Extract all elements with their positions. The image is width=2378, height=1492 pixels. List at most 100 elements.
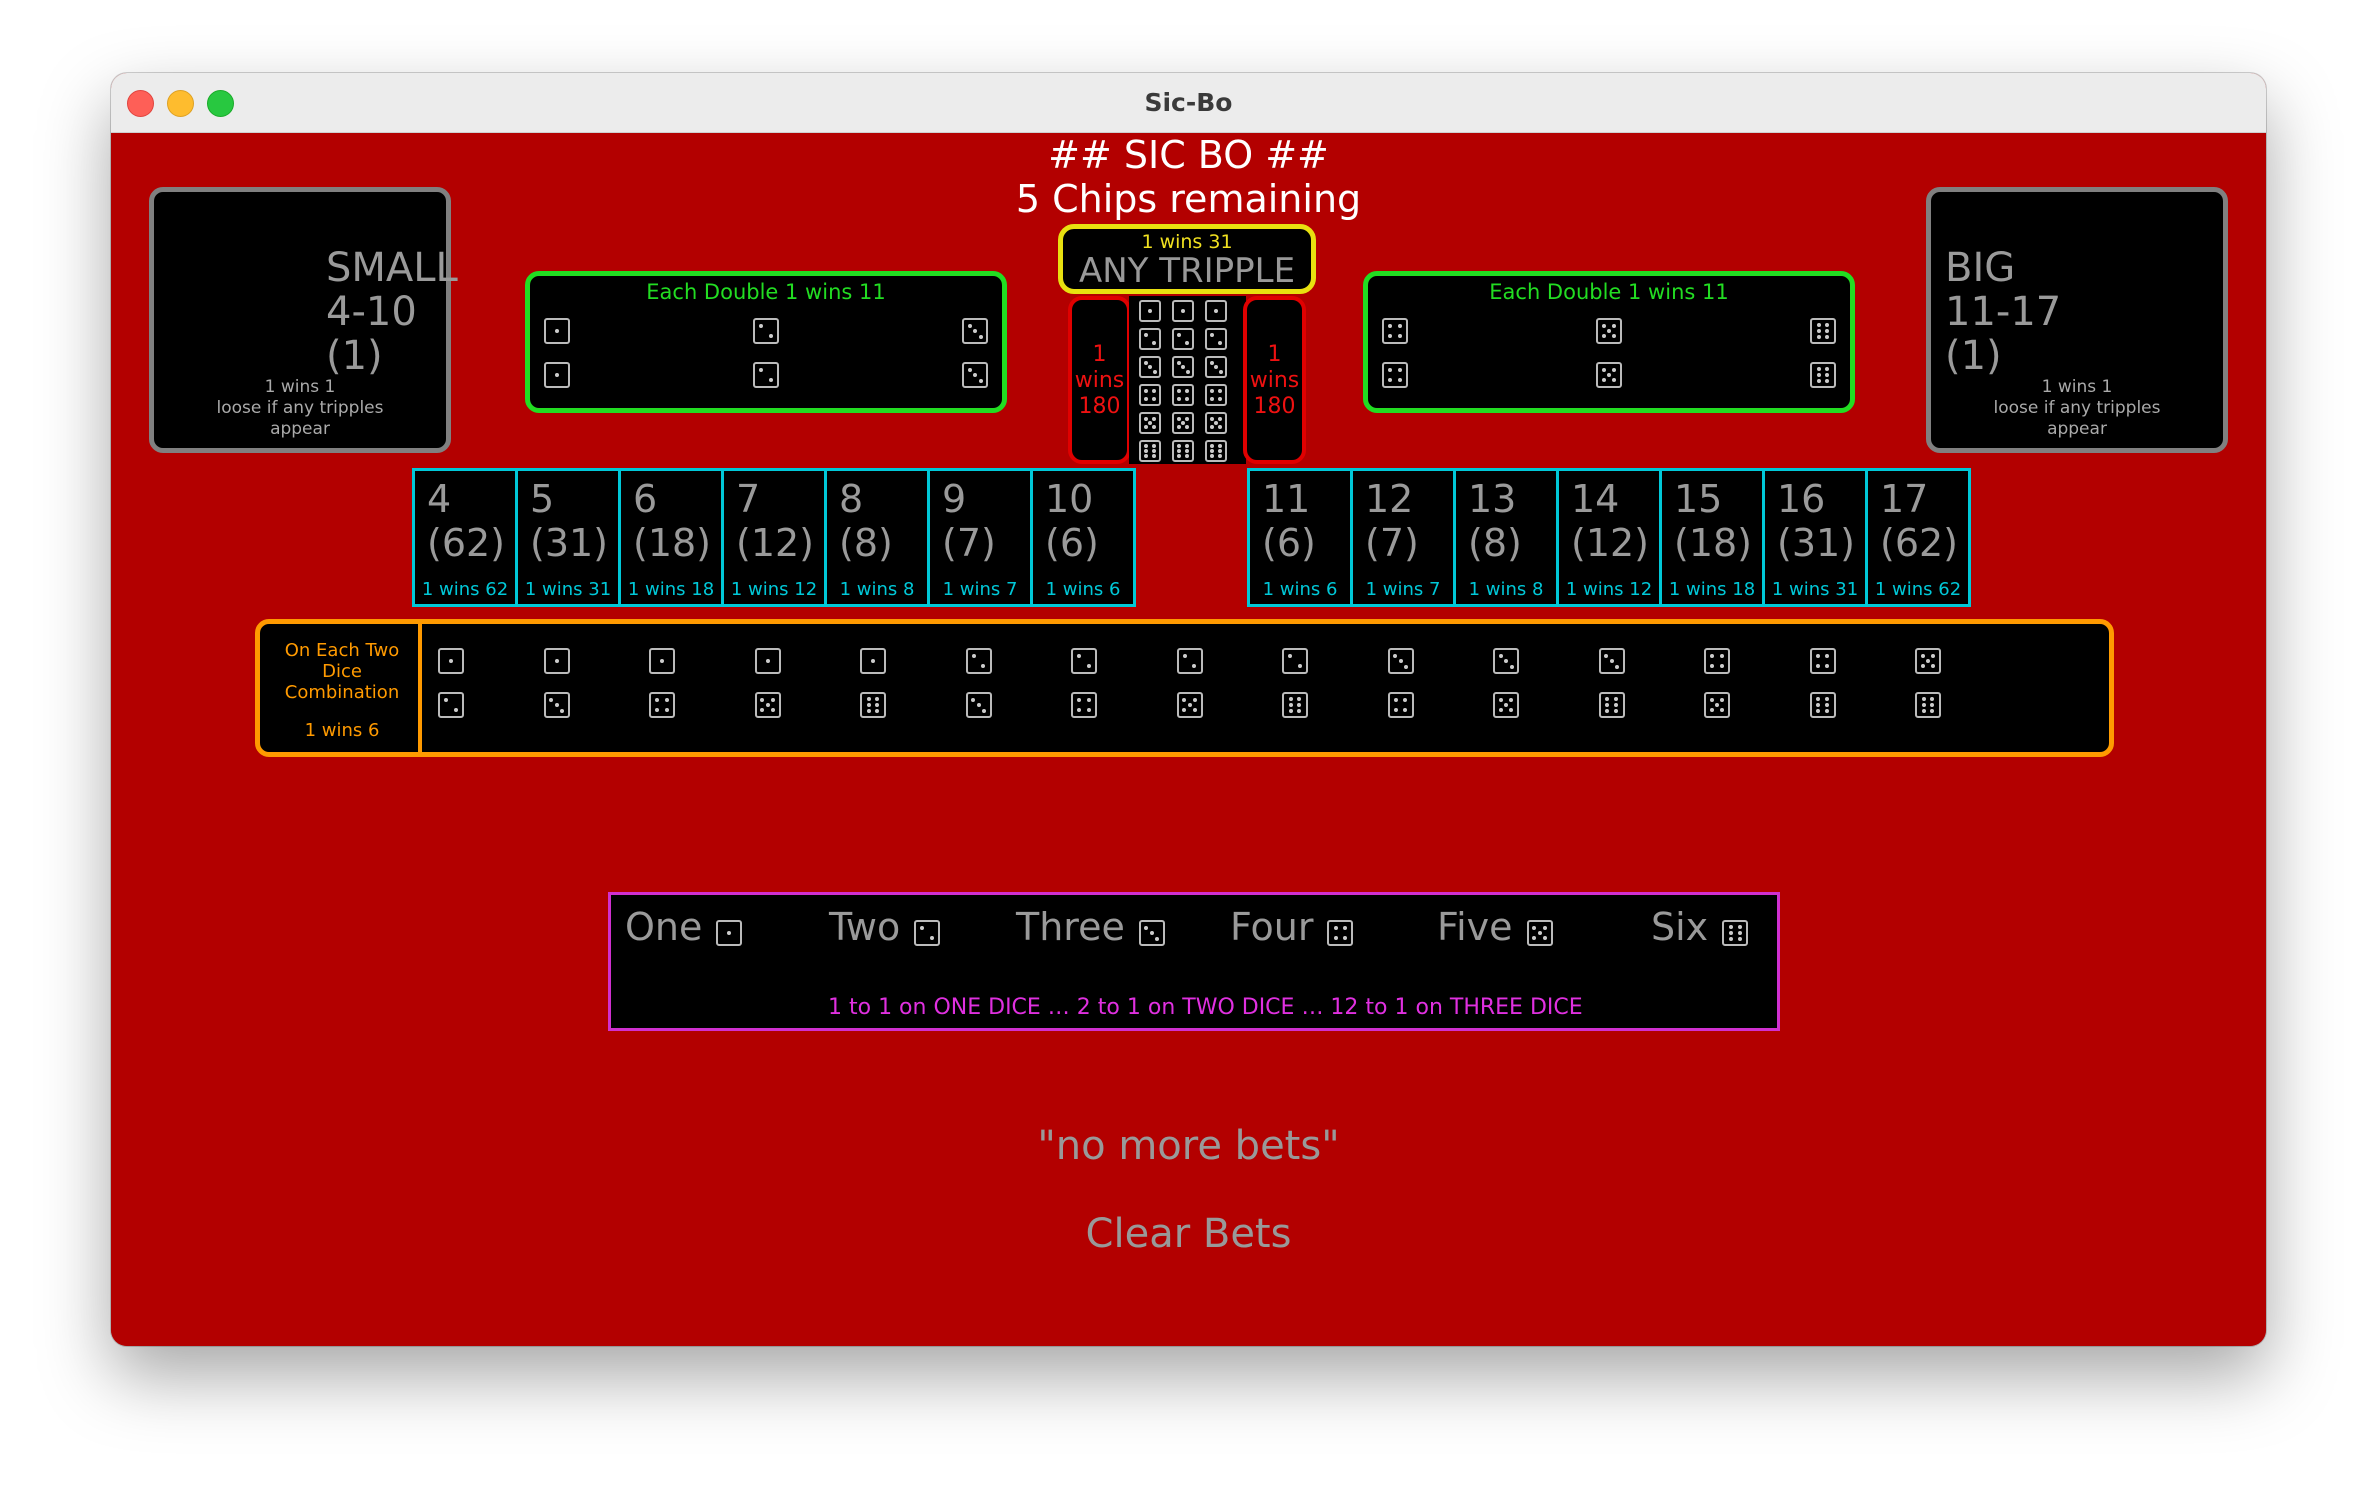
- die-six-icon: [1282, 692, 1308, 718]
- left-double-three[interactable]: [958, 312, 994, 392]
- total-payout: 1 wins 6: [1045, 579, 1121, 600]
- small-bet-area[interactable]: SMALL 4-10 (1) 1 wins 1 loose if any tri…: [149, 187, 458, 453]
- total-7-bet[interactable]: 7 (12) 1 wins 12: [721, 468, 827, 607]
- combination-5-6-bet[interactable]: [1909, 642, 1947, 730]
- total-payout: 1 wins 12: [1565, 579, 1653, 600]
- total-10-bet[interactable]: 10 (6) 1 wins 6: [1030, 468, 1136, 607]
- die-three-icon: [962, 318, 988, 344]
- left-double-one[interactable]: [540, 312, 576, 392]
- single-label: Three: [1016, 905, 1125, 949]
- combination-1-2-bet[interactable]: [432, 642, 470, 730]
- die-two-icon: [1205, 328, 1227, 350]
- die-five-icon: [1205, 412, 1227, 434]
- combination-2-4-bet[interactable]: [1065, 642, 1103, 730]
- combination-2-5-bet[interactable]: [1171, 642, 1209, 730]
- single-two-bet[interactable]: Two: [829, 903, 989, 957]
- total-9-bet[interactable]: 9 (7) 1 wins 7: [927, 468, 1033, 607]
- any-tripple-bet[interactable]: 1 wins 31 ANY TRIPPLE: [1058, 224, 1316, 294]
- tripple-five-bet[interactable]: [1129, 410, 1246, 438]
- clear-bets-button[interactable]: Clear Bets: [111, 1211, 2266, 1257]
- total-16-bet[interactable]: 16 (31) 1 wins 31: [1762, 468, 1868, 607]
- combination-2-3-bet[interactable]: [960, 642, 998, 730]
- die-one-icon: [544, 318, 570, 344]
- single-dice-bet-area: 1 to 1 on ONE DICE … 2 to 1 on TWO DICE …: [608, 892, 1780, 1031]
- small-payout: 1 wins 1: [264, 377, 336, 397]
- total-14-bet[interactable]: 14 (12) 1 wins 12: [1556, 468, 1662, 607]
- die-one-icon: [754, 648, 781, 674]
- tripple-six-bet[interactable]: [1129, 438, 1246, 466]
- die-three-icon: [1598, 648, 1625, 674]
- combination-4-5-bet[interactable]: [1698, 642, 1736, 730]
- single-five-bet[interactable]: Five: [1437, 903, 1597, 957]
- die-two-icon: [1176, 648, 1203, 674]
- combination-1-6-bet[interactable]: [854, 642, 892, 730]
- single-dice-payouts: 1 to 1 on ONE DICE … 2 to 1 on TWO DICE …: [828, 995, 1583, 1020]
- die-three-icon: [1205, 356, 1227, 378]
- total-12-bet[interactable]: 12 (7) 1 wins 7: [1350, 468, 1456, 607]
- die-one-icon: [1172, 300, 1194, 322]
- combination-3-4-bet[interactable]: [1382, 642, 1420, 730]
- die-six-icon: [1915, 692, 1941, 718]
- die-six-icon: [1809, 692, 1836, 718]
- total-13-bet[interactable]: 13 (8) 1 wins 8: [1453, 468, 1559, 607]
- total-label: 16 (31): [1777, 477, 1856, 565]
- left-double-two[interactable]: [749, 312, 785, 392]
- total-11-bet[interactable]: 11 (6) 1 wins 6: [1247, 468, 1353, 607]
- combination-1-4-bet[interactable]: [643, 642, 681, 730]
- die-five-icon: [1915, 648, 1941, 674]
- total-payout: 1 wins 31: [1771, 579, 1859, 600]
- die-six-icon: [860, 692, 886, 718]
- total-label: 17 (62): [1880, 477, 1959, 565]
- right-double-six[interactable]: [1806, 312, 1842, 392]
- combination-1-3-bet[interactable]: [538, 642, 576, 730]
- doubles-bet-area-left: Each Double 1 wins 11: [525, 271, 1007, 413]
- tripple-two-bet[interactable]: [1129, 326, 1246, 354]
- die-six-icon: [1722, 920, 1749, 946]
- right-double-five[interactable]: [1592, 312, 1628, 392]
- big-label: BIG 11-17 (1): [1945, 245, 2062, 379]
- total-label: 4 (62): [427, 477, 506, 565]
- total-17-bet[interactable]: 17 (62) 1 wins 62: [1865, 468, 1971, 607]
- combination-4-6-bet[interactable]: [1804, 642, 1842, 730]
- tripple-four-bet[interactable]: [1129, 382, 1246, 410]
- combination-2-6-bet[interactable]: [1276, 642, 1314, 730]
- total-payout: 1 wins 8: [839, 579, 915, 600]
- die-six-icon: [1810, 362, 1836, 388]
- die-four-icon: [1172, 384, 1194, 406]
- right-double-four[interactable]: [1378, 312, 1414, 392]
- single-six-bet[interactable]: Six: [1651, 903, 1811, 957]
- die-one-icon: [716, 920, 743, 946]
- total-payout: 1 wins 62: [421, 579, 509, 600]
- game-table: ## SIC BO ## 5 Chips remaining SMALL 4-1…: [111, 133, 2266, 1346]
- die-six-icon: [1205, 440, 1227, 462]
- tripple-three-bet[interactable]: [1129, 354, 1246, 382]
- big-bet-area[interactable]: BIG 11-17 (1) 1 wins 1 loose if any trip…: [1926, 187, 2228, 453]
- combination-3-5-bet[interactable]: [1487, 642, 1525, 730]
- single-one-bet[interactable]: One: [625, 903, 785, 957]
- tripple-payout-right-text: 1 wins 180: [1249, 342, 1300, 419]
- total-6-bet[interactable]: 6 (18) 1 wins 18: [618, 468, 724, 607]
- combination-1-5-bet[interactable]: [749, 642, 787, 730]
- doubles-right-title: Each Double 1 wins 11: [1489, 280, 1729, 304]
- total-15-bet[interactable]: 15 (18) 1 wins 18: [1659, 468, 1765, 607]
- die-four-icon: [1139, 384, 1161, 406]
- any-tripple-label: ANY TRIPPLE: [1078, 251, 1296, 291]
- tripple-one-bet[interactable]: [1129, 298, 1246, 326]
- die-four-icon: [1382, 318, 1408, 344]
- die-two-icon: [1071, 648, 1097, 674]
- die-one-icon: [1205, 300, 1227, 322]
- single-four-bet[interactable]: Four: [1230, 903, 1390, 957]
- total-8-bet[interactable]: 8 (8) 1 wins 8: [824, 468, 930, 607]
- total-4-bet[interactable]: 4 (62) 1 wins 62: [412, 468, 518, 607]
- single-three-bet[interactable]: Three: [1016, 903, 1176, 957]
- big-rule: loose if any tripples: [1993, 398, 2161, 418]
- combination-3-6-bet[interactable]: [1593, 642, 1631, 730]
- combination-payout: 1 wins 6: [304, 720, 380, 741]
- tripple-payout-right: 1 wins 180: [1243, 296, 1306, 464]
- total-5-bet[interactable]: 5 (31) 1 wins 31: [515, 468, 621, 607]
- die-three-icon: [1172, 356, 1194, 378]
- total-label: 12 (7): [1365, 477, 1419, 565]
- window-title: Sic-Bo: [1144, 88, 1233, 117]
- die-four-icon: [1205, 384, 1227, 406]
- doubles-bet-area-right: Each Double 1 wins 11: [1363, 271, 1855, 413]
